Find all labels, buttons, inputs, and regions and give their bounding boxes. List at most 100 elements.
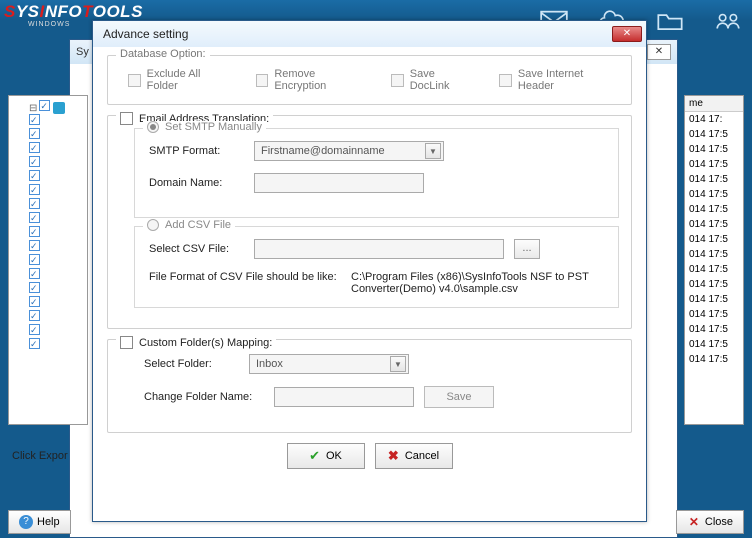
tree-child-node[interactable] <box>29 338 83 352</box>
right-column-row[interactable]: 014 17:5 <box>685 187 743 202</box>
tree-checkbox[interactable] <box>29 212 40 223</box>
dialog-button-row: ✔ OK ✖ Cancel <box>107 443 632 469</box>
root-checkbox[interactable] <box>39 100 50 111</box>
smtp-format-label: SMTP Format: <box>149 145 244 157</box>
tree-checkbox[interactable] <box>29 254 40 265</box>
tree-checkbox[interactable] <box>29 184 40 195</box>
right-column-row[interactable]: 014 17:5 <box>685 232 743 247</box>
ok-label: OK <box>326 450 342 462</box>
checkbox-icon <box>499 74 512 87</box>
tree-child-node[interactable] <box>29 282 83 296</box>
remove-encryption-checkbox[interactable]: Remove Encryption <box>256 68 367 92</box>
right-column-row[interactable]: 014 17:5 <box>685 322 743 337</box>
right-column-row[interactable]: 014 17:5 <box>685 292 743 307</box>
right-column-row[interactable]: 014 17:5 <box>685 337 743 352</box>
right-column-row[interactable]: 014 17:5 <box>685 352 743 367</box>
tree-child-node[interactable] <box>29 128 83 142</box>
close-main-button[interactable]: ✕ Close <box>676 510 744 534</box>
help-label: Help <box>37 516 60 528</box>
right-column-row[interactable]: 014 17:5 <box>685 157 743 172</box>
right-column-row[interactable]: 014 17:5 <box>685 127 743 142</box>
right-column-row[interactable]: 014 17:5 <box>685 217 743 232</box>
tree-child-node[interactable] <box>29 268 83 282</box>
right-column-row[interactable]: 014 17:5 <box>685 247 743 262</box>
tree-checkbox[interactable] <box>29 240 40 251</box>
right-column-row[interactable]: 014 17:5 <box>685 307 743 322</box>
select-folder-label: Select Folder: <box>144 358 239 370</box>
tree-checkbox[interactable] <box>29 142 40 153</box>
help-button[interactable]: ? Help <box>8 510 71 534</box>
select-csv-input[interactable] <box>254 239 504 259</box>
dialog-title: Advance setting <box>103 27 188 41</box>
tree-child-node[interactable] <box>29 324 83 338</box>
email-translation-group: Email Address Translation: Set SMTP Manu… <box>107 115 632 329</box>
tree-checkbox[interactable] <box>29 338 40 349</box>
brand-subtext: WINDOWS <box>28 21 70 28</box>
tree-checkbox[interactable] <box>29 198 40 209</box>
tree-checkbox[interactable] <box>29 296 40 307</box>
database-option-legend: Database Option: <box>116 48 210 60</box>
tree-checkbox[interactable] <box>29 128 40 139</box>
right-column-row[interactable]: 014 17:5 <box>685 202 743 217</box>
custom-mapping-label: Custom Folder(s) Mapping: <box>139 337 272 349</box>
tree-checkbox[interactable] <box>29 324 40 335</box>
database-option-group: Database Option: Exclude All Folder Remo… <box>107 55 632 105</box>
tree-checkbox[interactable] <box>29 310 40 321</box>
save-folder-button[interactable]: Save <box>424 386 494 408</box>
tree-child-node[interactable] <box>29 184 83 198</box>
tree-child-node[interactable] <box>29 254 83 268</box>
chevron-down-icon: ▼ <box>390 356 406 372</box>
csv-hint-label: File Format of CSV File should be like: <box>149 271 339 295</box>
smtp-format-value: Firstname@domainname <box>261 145 385 157</box>
tree-child-node[interactable] <box>29 226 83 240</box>
smtp-manual-group: Set SMTP Manually SMTP Format: Firstname… <box>134 128 619 218</box>
right-column-row[interactable]: 014 17: <box>685 112 743 127</box>
checkbox-icon <box>256 74 269 87</box>
folder-root-icon <box>53 102 65 114</box>
right-column-row[interactable]: 014 17:5 <box>685 142 743 157</box>
tree-checkbox[interactable] <box>29 268 40 279</box>
tree-root-node[interactable] <box>29 100 83 114</box>
right-column-row[interactable]: 014 17:5 <box>685 262 743 277</box>
dialog-titlebar[interactable]: Advance setting ✕ <box>93 21 646 47</box>
select-csv-label: Select CSV File: <box>149 243 244 255</box>
add-csv-radio[interactable] <box>147 219 159 231</box>
tree-child-node[interactable] <box>29 156 83 170</box>
email-translation-checkbox[interactable] <box>120 112 133 125</box>
child-close-button[interactable]: ✕ <box>647 44 671 60</box>
tree-child-node[interactable] <box>29 296 83 310</box>
right-column-row[interactable]: 014 17:5 <box>685 172 743 187</box>
save-internet-header-checkbox[interactable]: Save Internet Header <box>499 68 619 92</box>
cancel-button[interactable]: ✖ Cancel <box>375 443 453 469</box>
tree-checkbox[interactable] <box>29 156 40 167</box>
tree-child-node[interactable] <box>29 310 83 324</box>
select-folder-dropdown[interactable]: Inbox ▼ <box>249 354 409 374</box>
tree-child-node[interactable] <box>29 114 83 128</box>
tree-checkbox[interactable] <box>29 114 40 125</box>
domain-name-input[interactable] <box>254 173 424 193</box>
tree-checkbox[interactable] <box>29 282 40 293</box>
child-window-title: Sy <box>76 46 89 58</box>
dialog-close-button[interactable]: ✕ <box>612 26 642 42</box>
tree-child-node[interactable] <box>29 212 83 226</box>
change-folder-name-input[interactable] <box>274 387 414 407</box>
custom-mapping-checkbox[interactable] <box>120 336 133 349</box>
select-folder-value: Inbox <box>256 358 283 370</box>
custom-folder-mapping-group: Custom Folder(s) Mapping: Select Folder:… <box>107 339 632 433</box>
add-csv-legend: Add CSV File <box>165 219 231 231</box>
close-main-label: Close <box>705 516 733 528</box>
cancel-label: Cancel <box>405 450 439 462</box>
smtp-format-dropdown[interactable]: Firstname@domainname ▼ <box>254 141 444 161</box>
tree-child-node[interactable] <box>29 142 83 156</box>
right-column-row[interactable]: 014 17:5 <box>685 277 743 292</box>
csv-browse-button[interactable]: ... <box>514 239 540 259</box>
tree-child-node[interactable] <box>29 170 83 184</box>
tree-checkbox[interactable] <box>29 170 40 181</box>
smtp-manual-radio[interactable] <box>147 121 159 133</box>
exclude-all-folder-checkbox[interactable]: Exclude All Folder <box>128 68 232 92</box>
tree-child-node[interactable] <box>29 198 83 212</box>
ok-button[interactable]: ✔ OK <box>287 443 365 469</box>
tree-child-node[interactable] <box>29 240 83 254</box>
tree-checkbox[interactable] <box>29 226 40 237</box>
save-doclink-checkbox[interactable]: Save DocLink <box>391 68 475 92</box>
